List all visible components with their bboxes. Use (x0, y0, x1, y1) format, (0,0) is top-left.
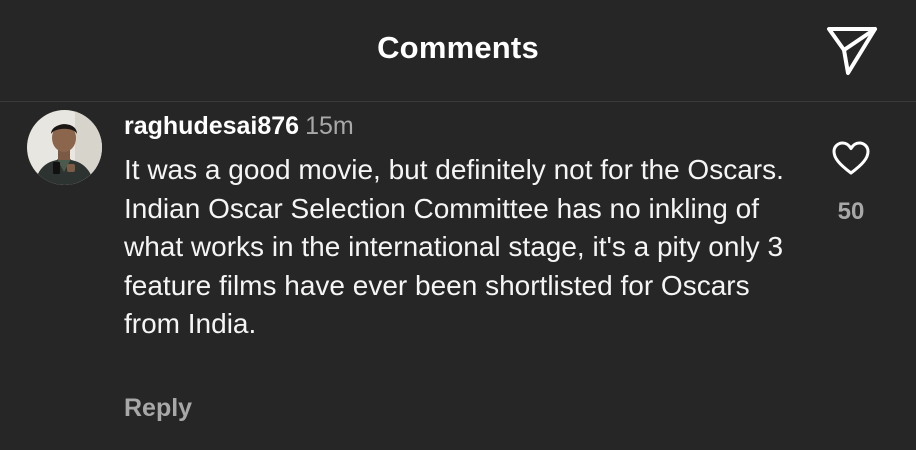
page-title: Comments (377, 30, 539, 65)
comment-text: It was a good movie, but definitely not … (124, 154, 784, 339)
avatar[interactable] (27, 110, 102, 185)
comment-body: raghudesai876 15m It was a good movie, bu… (124, 111, 804, 344)
user-avatar-image (27, 110, 102, 185)
like-count: 50 (837, 198, 865, 225)
comment-timestamp: 15m (305, 112, 354, 140)
share-button[interactable] (826, 26, 878, 76)
comment-username[interactable]: raghudesai876 (124, 112, 299, 140)
reply-button[interactable]: Reply (124, 394, 192, 423)
like-section: 50 (820, 140, 882, 226)
heart-outline-icon[interactable] (831, 140, 871, 176)
comments-header: Comments (0, 0, 916, 102)
comment-meta: raghudesai876 15m (124, 111, 804, 141)
paper-plane-icon (827, 27, 877, 75)
